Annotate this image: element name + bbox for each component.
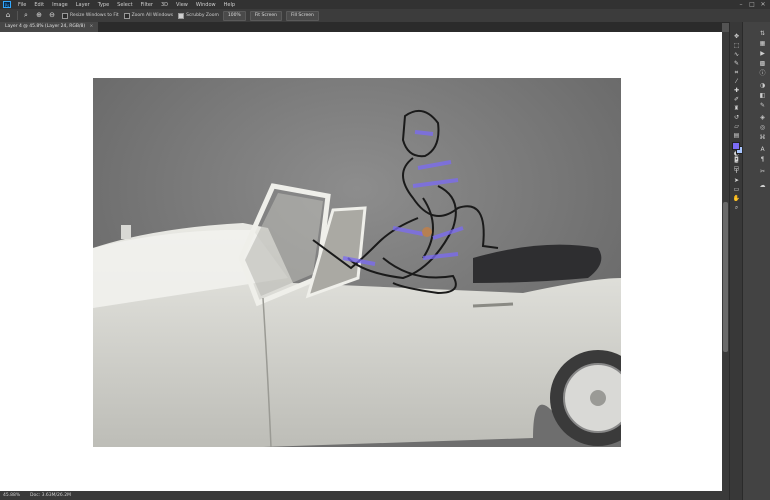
history-brush-icon[interactable]: ↺ — [732, 114, 741, 122]
move-icon[interactable]: ✥ — [732, 33, 741, 41]
screen-mode-icon[interactable]: ▢ — [732, 165, 741, 173]
zoom-100-button[interactable]: 100% — [222, 10, 246, 21]
foreground-color-swatch[interactable] — [732, 142, 740, 150]
eyedropper-icon[interactable]: ⁄ — [732, 78, 741, 86]
menu-edit[interactable]: Edit — [30, 2, 48, 8]
clone-stamp-icon[interactable]: ♜ — [732, 105, 741, 113]
brush-icon[interactable]: ✐ — [732, 96, 741, 104]
rear-wheel-hub — [590, 390, 606, 406]
zoom-icon[interactable]: ⌕ — [732, 204, 741, 212]
menu-3d[interactable]: 3D — [157, 2, 172, 8]
options-bar: ⌂ ⌕ ⊕ ⊖ Resize Windows to Fit Zoom All W… — [0, 9, 770, 23]
canvas-area[interactable] — [0, 32, 722, 491]
menu-view[interactable]: View — [172, 2, 192, 8]
menu-filter[interactable]: Filter — [137, 2, 157, 8]
quick-select-icon[interactable]: ✎ — [732, 60, 741, 68]
fill-screen-button[interactable]: Fill Screen — [285, 10, 319, 21]
gradient-icon[interactable]: ▤ — [732, 132, 741, 140]
menu-type[interactable]: Type — [94, 2, 113, 8]
eraser-icon[interactable]: ▱ — [732, 123, 741, 131]
checkbox-box-checked — [178, 12, 185, 19]
zoom-level[interactable]: 45.88% — [3, 491, 20, 500]
document-tab-bar: Layer 4 @ 45.8% (Layer 24, RGB/8) × — [0, 22, 722, 32]
vertical-scrollbar[interactable] — [722, 32, 729, 491]
pasteboard — [0, 32, 722, 491]
home-icon[interactable]: ⌂ — [3, 11, 13, 20]
styles-panel-icon[interactable]: ◧ — [758, 92, 767, 100]
hand-icon[interactable]: ✋ — [732, 195, 741, 203]
menu-window[interactable]: Window — [192, 2, 220, 8]
menu-image[interactable]: Image — [48, 2, 72, 8]
options-divider — [17, 11, 18, 20]
crop-icon[interactable]: ⌗ — [732, 69, 741, 77]
zoom-all-windows-label: Zoom All Windows — [131, 13, 174, 18]
photoshop-logo: Ps — [3, 1, 11, 8]
checkbox-box — [123, 12, 130, 19]
color-panel-icon[interactable]: ▦ — [758, 40, 767, 48]
zoom-tool-icon[interactable]: ⌕ — [21, 11, 31, 20]
tools-options-icon[interactable]: ✂ — [758, 168, 767, 176]
brushes-panel-icon[interactable]: ✎ — [758, 102, 767, 110]
doc-size[interactable]: Doc: 3.63M/26.2M — [30, 491, 71, 500]
rectangle-icon[interactable]: ▭ — [732, 186, 741, 194]
scrollbar-thumb[interactable] — [723, 202, 728, 352]
cloud-panel-icon[interactable]: ☁ — [758, 182, 767, 190]
menu-select[interactable]: Select — [113, 2, 136, 8]
door-handle — [472, 302, 514, 308]
close-button[interactable]: ✕ — [758, 0, 768, 9]
checkbox-box — [62, 12, 68, 19]
resize-windows-label: Resize Windows to Fit — [70, 13, 119, 18]
scrubby-zoom-checkbox[interactable]: Scrubby Zoom — [178, 12, 219, 19]
document-tab[interactable]: Layer 4 @ 45.8% (Layer 24, RGB/8) × — [0, 22, 99, 32]
menu-layer[interactable]: Layer — [72, 2, 94, 8]
paragraph-panel-icon[interactable]: ¶ — [758, 156, 767, 164]
document-tab-title: Layer 4 @ 45.8% (Layer 24, RGB/8) — [5, 24, 86, 29]
tools-panel: ✥ ⬚ ∿ ✎ ⌗ ⁄ ✚ ✐ ♜ ↺ ▱ ▤ ● ◐ ✒ T ➤ ▭ ✋ ⌕ … — [729, 22, 744, 500]
menu-help[interactable]: Help — [220, 2, 239, 8]
canvas-artwork — [93, 78, 621, 447]
history-panel-icon[interactable]: ⇅ — [758, 30, 767, 38]
panel-dock: ⇅ ▦ ▶ ▩ ⓘ ◑ ◧ ✎ ◈ ◎ ⌘ A ¶ ✂ ☁ — [742, 22, 770, 500]
marquee-icon[interactable]: ⬚ — [732, 42, 741, 50]
character-panel-icon[interactable]: A — [758, 146, 767, 154]
menu-file[interactable]: File — [14, 2, 30, 8]
figure-knee-accent — [422, 227, 432, 237]
document-canvas[interactable] — [93, 78, 621, 447]
layers-panel-icon[interactable]: ◈ — [758, 114, 767, 122]
resize-windows-checkbox[interactable]: Resize Windows to Fit — [62, 12, 119, 19]
swatches-panel-icon[interactable]: ▩ — [758, 60, 767, 68]
healing-icon[interactable]: ✚ — [732, 87, 741, 95]
zoom-all-windows-checkbox[interactable]: Zoom All Windows — [123, 12, 174, 19]
side-mirror — [121, 225, 131, 239]
channels-panel-icon[interactable]: ◎ — [758, 124, 767, 132]
minimize-button[interactable]: – — [736, 0, 746, 9]
zoom-out-icon[interactable]: ⊖ — [47, 11, 57, 20]
actions-panel-icon[interactable]: ▶ — [758, 50, 767, 58]
zoom-in-icon[interactable]: ⊕ — [34, 11, 44, 20]
adjustments-panel-icon[interactable]: ◑ — [758, 82, 767, 90]
quick-mask-icon[interactable]: ◘ — [732, 156, 741, 164]
info-panel-icon[interactable]: ⓘ — [758, 70, 767, 78]
status-bar: 45.88% Doc: 3.63M/26.2M — [0, 491, 729, 500]
path-select-icon[interactable]: ➤ — [732, 177, 741, 185]
maximize-button[interactable]: □ — [747, 0, 757, 9]
paths-panel-icon[interactable]: ⌘ — [758, 134, 767, 142]
scrubby-zoom-label: Scrubby Zoom — [186, 13, 219, 18]
fit-screen-button[interactable]: Fit Screen — [249, 10, 282, 21]
close-tab-icon[interactable]: × — [90, 24, 94, 29]
menu-bar: Ps File Edit Image Layer Type Select Fil… — [0, 0, 770, 9]
lasso-icon[interactable]: ∿ — [732, 51, 741, 59]
